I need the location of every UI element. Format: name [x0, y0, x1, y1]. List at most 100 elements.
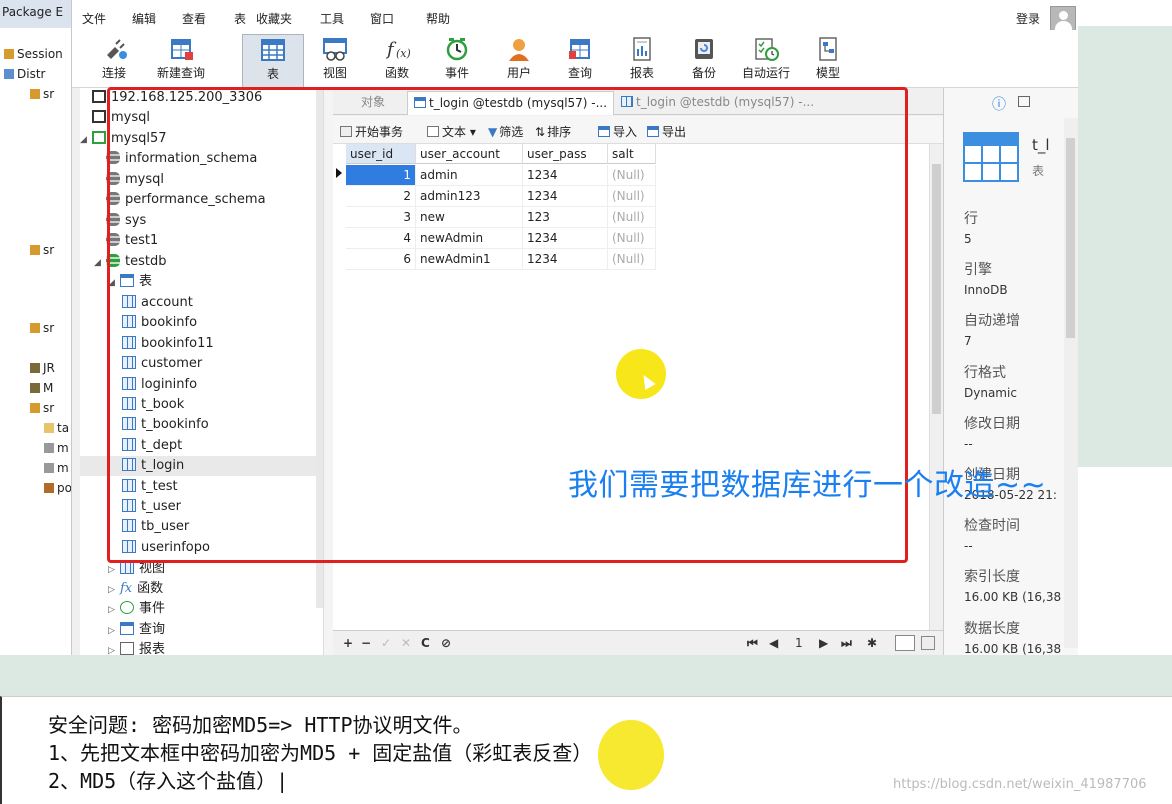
text-button[interactable]: 文本 ▾ [427, 123, 476, 140]
tree-table-item[interactable]: t_login [80, 456, 316, 477]
explorer-item[interactable]: m [44, 458, 69, 478]
avatar-icon[interactable] [1050, 6, 1076, 32]
apply-changes-button[interactable]: ✓ [381, 636, 391, 650]
grid-cell[interactable]: 4 [346, 228, 416, 249]
first-page-button[interactable]: ⏮ [747, 636, 758, 651]
import-button[interactable]: 导入 [598, 123, 637, 140]
tree-database[interactable]: information_schema [94, 149, 257, 169]
menu-favorites[interactable]: 收藏夹 [256, 10, 292, 27]
query-button[interactable]: 查询 [549, 34, 611, 88]
grid-cell[interactable]: newAdmin1 [416, 249, 523, 270]
refresh-button[interactable]: C [421, 636, 430, 650]
tree-connection[interactable]: ◢ mysql57 [80, 129, 167, 149]
grid-cell[interactable]: 6 [346, 249, 416, 270]
explorer-item[interactable]: Distr [4, 64, 45, 84]
connect-button[interactable]: 连接 [83, 34, 145, 88]
grid-scrollbar[interactable] [929, 144, 943, 630]
grid-cell[interactable]: (Null) [608, 165, 656, 186]
menu-tools[interactable]: 工具 [320, 10, 344, 27]
tree-views-folder[interactable]: ▷ 视图 [108, 559, 165, 579]
tree-table-item[interactable]: t_dept [122, 436, 182, 456]
tree-database[interactable]: ◢ testdb [94, 252, 166, 272]
grid-cell[interactable]: 1 [346, 165, 416, 186]
tree-table-item[interactable]: t_test [122, 477, 178, 497]
tree-tables-folder[interactable]: ◢ 表 [108, 272, 152, 292]
settings-icon[interactable]: ✱ [867, 636, 877, 650]
grid-cell[interactable]: (Null) [608, 207, 656, 228]
grid-cell[interactable]: 123 [523, 207, 608, 228]
backup-button[interactable]: 备份 [673, 34, 735, 88]
menu-window[interactable]: 窗口 [370, 10, 394, 27]
explorer-item[interactable]: sr [30, 240, 54, 260]
tree-table-item[interactable]: account [122, 293, 193, 313]
menu-table[interactable]: 表 [234, 10, 246, 27]
grid-cell[interactable]: (Null) [608, 186, 656, 207]
menu-view[interactable]: 查看 [182, 10, 206, 27]
tree-database[interactable]: sys [94, 211, 146, 231]
tree-connection[interactable]: 192.168.125.200_3306 [80, 88, 262, 108]
menu-help[interactable]: 帮助 [426, 10, 450, 27]
export-button[interactable]: 导出 [647, 123, 686, 140]
tree-queries-folder[interactable]: ▷ 查询 [108, 620, 165, 640]
explorer-item[interactable]: sr [30, 398, 54, 418]
tab-objects[interactable]: 对象 [355, 91, 391, 115]
grid-cell[interactable]: (Null) [608, 249, 656, 270]
stop-button[interactable]: ⊘ [441, 636, 451, 650]
delete-record-button[interactable]: − [361, 636, 371, 650]
grid-cell[interactable]: newAdmin [416, 228, 523, 249]
pane-splitter[interactable] [323, 88, 333, 655]
grid-cell[interactable]: 1234 [523, 249, 608, 270]
tree-table-item[interactable]: t_bookinfo [122, 415, 209, 435]
user-button[interactable]: 用户 [488, 34, 550, 88]
filter-button[interactable]: ▼ 筛选 [488, 123, 523, 140]
discard-changes-button[interactable]: ✕ [401, 636, 411, 650]
grid-cell[interactable]: 3 [346, 207, 416, 228]
report-button[interactable]: 报表 [611, 34, 673, 88]
function-button[interactable]: f (x) 函数 [366, 34, 428, 88]
prev-page-button[interactable]: ◀ [769, 636, 778, 650]
explorer-item[interactable]: ta [44, 418, 69, 438]
explorer-item[interactable]: JR [30, 358, 55, 378]
explorer-item[interactable]: m [44, 438, 69, 458]
tree-reports-folder[interactable]: ▷ 报表 [108, 640, 165, 655]
column-header[interactable]: salt [608, 144, 656, 164]
grid-cell[interactable]: 1234 [523, 186, 608, 207]
page-number[interactable]: 1 [795, 636, 803, 650]
explorer-item[interactable]: sr [30, 318, 54, 338]
tree-table-item[interactable]: bookinfo [122, 313, 197, 333]
tree-database[interactable]: test1 [94, 231, 158, 251]
next-page-button[interactable]: ▶ [819, 636, 828, 650]
menu-edit[interactable]: 编辑 [132, 10, 156, 27]
grid-cell[interactable]: new [416, 207, 523, 228]
tree-table-item[interactable]: customer [122, 354, 202, 374]
column-header[interactable]: user_id [346, 144, 416, 164]
grid-cell[interactable]: 1234 [523, 165, 608, 186]
tree-table-item[interactable]: userinfopo [122, 538, 210, 558]
table-button[interactable]: 表 [242, 34, 304, 88]
tree-table-item[interactable]: t_book [122, 395, 184, 415]
explorer-item[interactable]: po [44, 478, 71, 498]
model-button[interactable]: 模型 [797, 34, 859, 88]
grid-cell[interactable]: 2 [346, 186, 416, 207]
tree-database[interactable]: performance_schema [94, 190, 266, 210]
explorer-item[interactable]: M [30, 378, 53, 398]
event-button[interactable]: 事件 [426, 34, 488, 88]
info-scrollbar[interactable] [1064, 118, 1078, 648]
view-button[interactable]: 视图 [304, 34, 366, 88]
explorer-item[interactable]: Session [4, 44, 63, 64]
tree-table-item[interactable]: t_user [122, 497, 181, 517]
tree-table-item[interactable]: logininfo [122, 375, 197, 395]
add-record-button[interactable]: + [343, 636, 353, 650]
tab-t-login-table[interactable]: t_login @testdb (mysql57) -... [407, 91, 615, 115]
begin-transaction-button[interactable]: 开始事务 [340, 123, 403, 140]
tree-database[interactable]: mysql [94, 170, 164, 190]
ddl-icon[interactable] [1018, 96, 1030, 107]
tree-scrollbar[interactable] [316, 88, 323, 608]
column-header[interactable]: user_account [416, 144, 523, 164]
grid-view-icon[interactable] [895, 635, 915, 651]
expand-icon[interactable]: ◢ [80, 130, 92, 150]
tree-table-item[interactable]: bookinfo11 [122, 334, 214, 354]
grid-cell[interactable]: admin [416, 165, 523, 186]
package-explorer-tab[interactable]: Package E [0, 0, 71, 28]
tab-t-login-design[interactable]: t_login @testdb (mysql57) -... [615, 91, 820, 115]
